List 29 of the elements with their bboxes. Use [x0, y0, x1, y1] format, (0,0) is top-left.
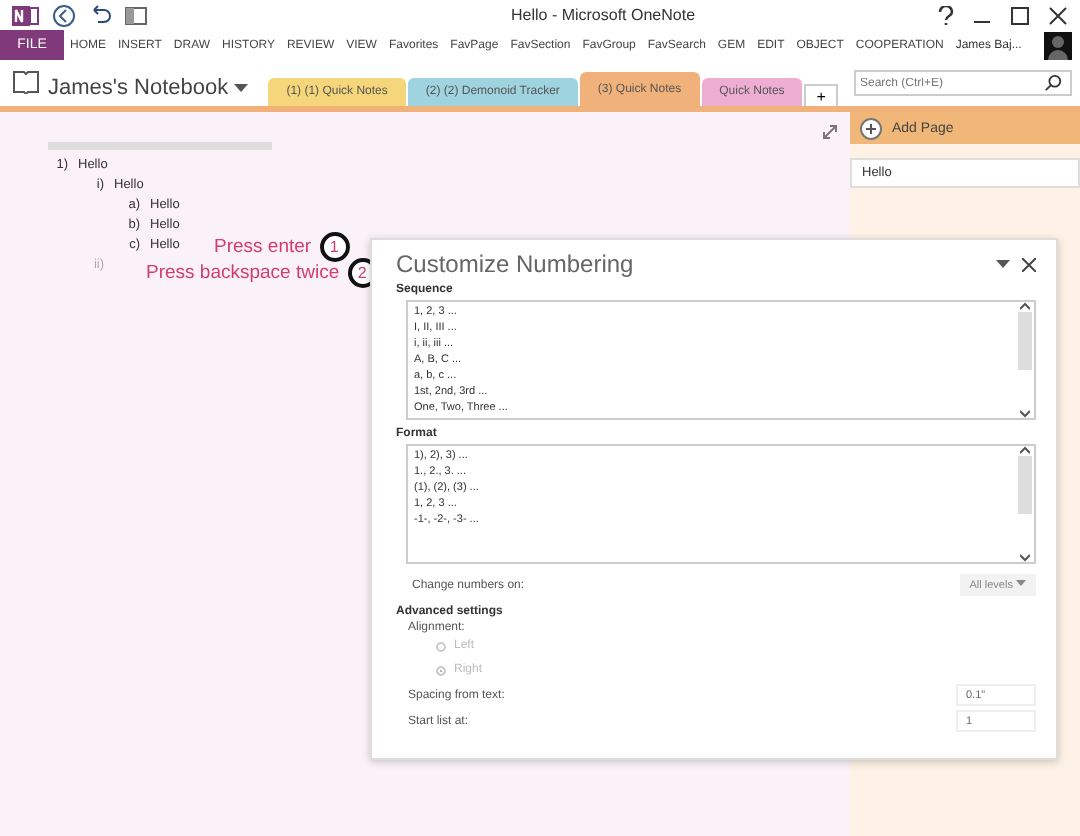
add-section-tab[interactable]: + — [804, 84, 838, 106]
scroll-down-icon[interactable] — [1020, 554, 1030, 562]
avatar-icon[interactable] — [1044, 31, 1072, 59]
notebook-dropdown[interactable]: James's Notebook — [48, 76, 261, 100]
close-icon[interactable] — [1048, 5, 1068, 25]
scrollbar[interactable] — [1016, 446, 1034, 562]
expand-icon[interactable] — [822, 124, 838, 140]
panel-title: Customize Numbering — [396, 250, 636, 278]
search-icon[interactable] — [1044, 74, 1062, 92]
caret-icon[interactable] — [234, 84, 249, 94]
back-icon[interactable] — [52, 3, 76, 27]
notebook-icon[interactable] — [12, 70, 40, 94]
scroll-down-icon[interactable] — [1020, 410, 1030, 418]
maximize-icon[interactable] — [1010, 5, 1030, 25]
step-number: 1 — [319, 232, 350, 262]
scroll-up-icon[interactable] — [1020, 446, 1030, 454]
annotation-text: Press enter — [214, 236, 312, 258]
undo-icon[interactable] — [88, 3, 112, 27]
help-icon[interactable] — [938, 5, 954, 25]
window-title: Hello - Microsoft OneNote — [508, 6, 698, 24]
scroll-up-icon[interactable] — [1020, 302, 1030, 310]
dock-icon[interactable] — [124, 3, 148, 27]
plus-icon — [860, 117, 882, 139]
dropdown-icon[interactable] — [996, 259, 1010, 269]
annotation-text: Press backspace twice — [146, 262, 340, 284]
close-icon[interactable] — [1022, 257, 1036, 271]
scrollbar[interactable] — [1016, 302, 1034, 418]
caret-icon[interactable] — [1016, 579, 1026, 587]
onenote-logo-icon[interactable] — [12, 3, 40, 27]
